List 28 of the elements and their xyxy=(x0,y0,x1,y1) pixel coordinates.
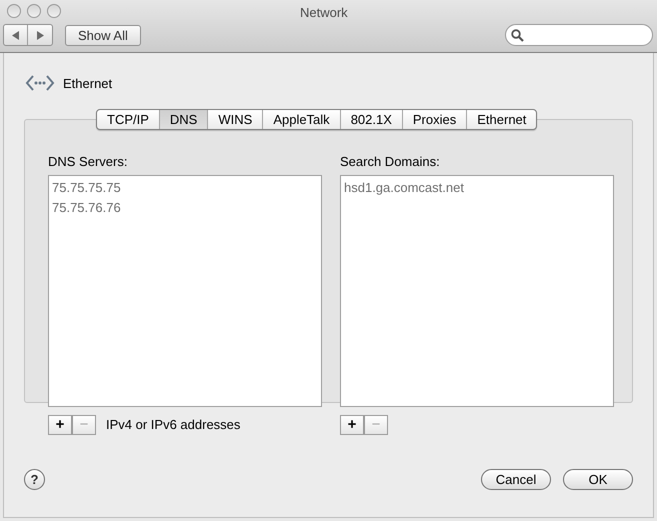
help-button[interactable]: ? xyxy=(24,469,45,490)
list-entry[interactable]: hsd1.ga.comcast.net xyxy=(344,178,610,198)
dialog-button[interactable]: Cancel xyxy=(481,469,551,490)
tab[interactable]: Ethernet xyxy=(466,110,536,129)
window-control-icon[interactable] xyxy=(47,4,61,18)
list-box[interactable]: hsd1.ga.comcast.net xyxy=(340,174,614,406)
window-title: Network xyxy=(300,4,348,22)
tab[interactable]: 802.1X xyxy=(340,110,402,129)
list-entry[interactable]: 75.75.75.75 xyxy=(52,178,318,198)
search-field[interactable] xyxy=(505,24,653,46)
search-icon xyxy=(511,28,524,42)
list-box[interactable]: 75.75.75.75 75.75.76.76 xyxy=(48,174,322,406)
tab[interactable]: AppleTalk xyxy=(262,110,340,129)
tab[interactable]: Proxies xyxy=(402,110,466,129)
list-entry[interactable]: 75.75.76.76 xyxy=(52,198,318,218)
list-label: Search Domains: xyxy=(340,153,441,171)
show-all-button[interactable]: Show All xyxy=(65,24,141,46)
list-label: DNS Servers: xyxy=(48,153,128,171)
tab[interactable]: WINS xyxy=(207,110,262,129)
add-button[interactable]: + xyxy=(340,414,364,434)
window-control-icon[interactable] xyxy=(27,4,41,18)
window-control-icon[interactable] xyxy=(7,4,21,18)
add-button[interactable]: + xyxy=(48,414,72,434)
tab[interactable]: DNS xyxy=(158,110,208,129)
tab[interactable]: TCP/IP xyxy=(97,110,159,129)
dialog-button[interactable]: OK xyxy=(563,469,633,490)
hint-text: IPv4 or IPv6 addresses xyxy=(106,416,240,434)
service-name: Ethernet xyxy=(63,75,112,94)
